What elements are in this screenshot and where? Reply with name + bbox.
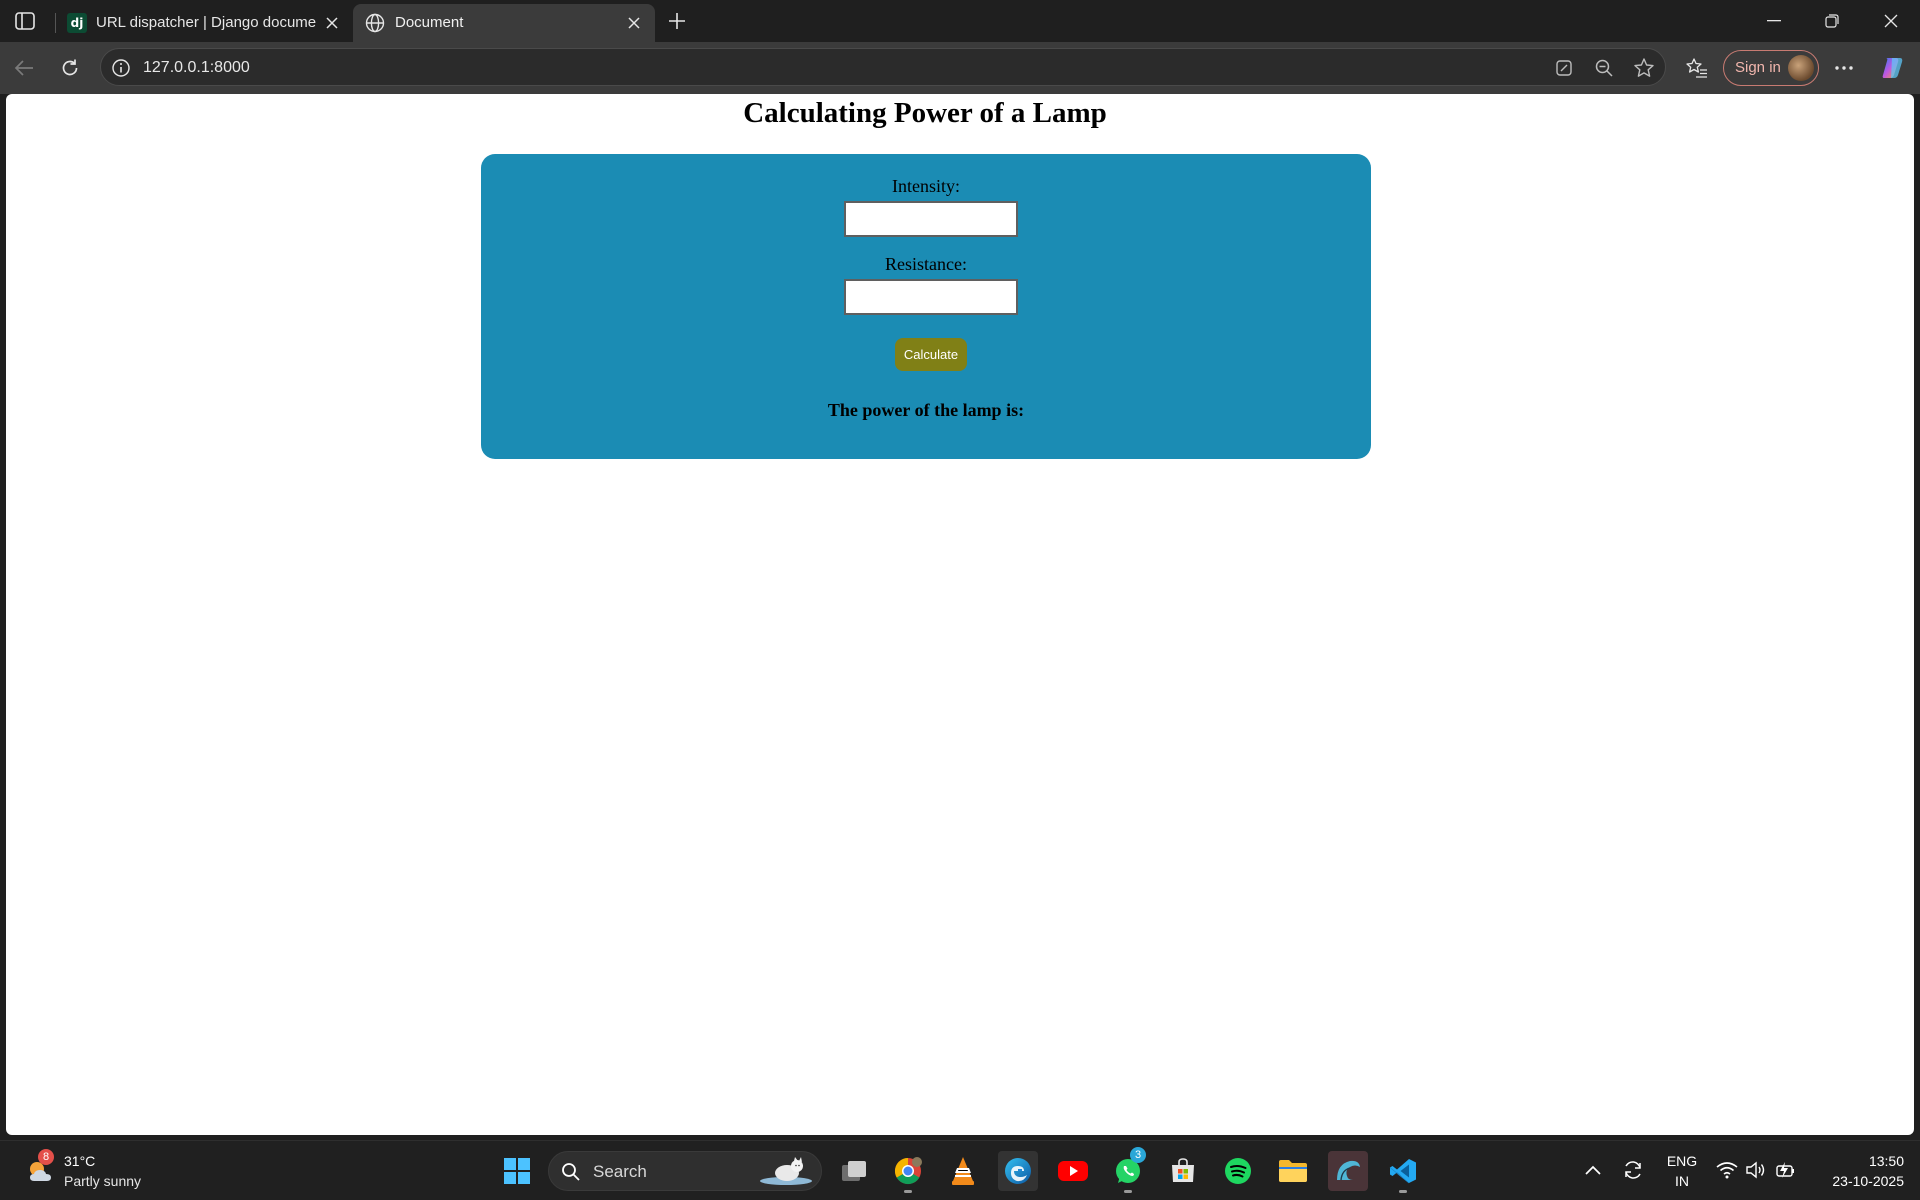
resistance-input[interactable] bbox=[844, 279, 1018, 315]
youtube-icon[interactable] bbox=[1053, 1151, 1093, 1191]
battery-charging-icon[interactable] bbox=[1774, 1159, 1796, 1181]
clock-date: 23-10-2025 bbox=[1832, 1173, 1904, 1189]
avatar bbox=[1788, 55, 1814, 81]
volume-icon[interactable] bbox=[1745, 1159, 1767, 1181]
sign-in-label: Sign in bbox=[1735, 59, 1781, 76]
tab-document[interactable]: Document bbox=[353, 4, 655, 42]
weather-alert-badge: 8 bbox=[38, 1149, 54, 1165]
active-app-wave-icon[interactable] bbox=[1328, 1151, 1368, 1191]
taskbar-search[interactable]: Search bbox=[548, 1151, 822, 1191]
calculator-card: Intensity: Resistance: Calculate The pow… bbox=[481, 154, 1371, 459]
search-icon bbox=[561, 1162, 581, 1182]
clock-time: 13:50 bbox=[1868, 1153, 1904, 1169]
sidebar-toggle-icon[interactable] bbox=[12, 9, 38, 33]
address-bar[interactable]: 127.0.0.1:8000 bbox=[100, 48, 1666, 86]
weather-widget[interactable]: 8 31°C Partly sunny bbox=[20, 1149, 180, 1193]
new-tab-plus-icon[interactable] bbox=[664, 8, 690, 34]
close-icon[interactable] bbox=[625, 14, 643, 32]
window-close-icon[interactable] bbox=[1862, 0, 1920, 42]
close-icon[interactable] bbox=[323, 14, 341, 32]
tab-django-docs[interactable]: dj URL dispatcher | Django documer bbox=[55, 4, 353, 42]
page-viewport: Calculating Power of a Lamp Intensity: R… bbox=[6, 94, 1914, 1135]
url-text[interactable]: 127.0.0.1:8000 bbox=[143, 59, 250, 77]
django-icon: dj bbox=[67, 13, 87, 33]
language-indicator[interactable]: ENG IN bbox=[1664, 1151, 1700, 1191]
wifi-icon[interactable] bbox=[1716, 1159, 1738, 1181]
favorites-list-icon[interactable] bbox=[1683, 54, 1711, 82]
calculate-button[interactable]: Calculate bbox=[895, 338, 967, 371]
browser-essentials-icon[interactable] bbox=[1553, 57, 1575, 79]
site-info-icon[interactable] bbox=[111, 58, 131, 78]
intensity-label: Intensity: bbox=[892, 176, 960, 196]
more-menu-icon[interactable] bbox=[1830, 54, 1858, 82]
whatsapp-icon[interactable]: 3 bbox=[1108, 1147, 1148, 1193]
tab-title: Document bbox=[395, 14, 464, 31]
file-explorer-icon[interactable] bbox=[1273, 1151, 1313, 1191]
task-view-icon[interactable] bbox=[834, 1151, 874, 1191]
copilot-icon[interactable] bbox=[1880, 55, 1906, 81]
whatsapp-unread-badge: 3 bbox=[1130, 1147, 1146, 1163]
page-title: Calculating Power of a Lamp bbox=[743, 97, 1107, 129]
browser-toolbar: 127.0.0.1:8000 Sign in bbox=[0, 42, 1920, 94]
restore-icon[interactable] bbox=[1803, 0, 1861, 42]
sync-icon[interactable] bbox=[1622, 1159, 1644, 1181]
tab-title: URL dispatcher | Django documer bbox=[96, 14, 316, 31]
sign-in-button[interactable]: Sign in bbox=[1723, 50, 1819, 86]
browser-tab-bar: dj URL dispatcher | Django documer Docum… bbox=[0, 0, 1920, 42]
minimize-icon[interactable] bbox=[1745, 0, 1803, 42]
weather-condition: Partly sunny bbox=[64, 1173, 142, 1189]
back-arrow-icon[interactable] bbox=[10, 54, 38, 82]
language-code: ENG bbox=[1666, 1153, 1698, 1169]
show-hidden-icons-chevron-up-icon[interactable] bbox=[1582, 1159, 1604, 1181]
edge-icon[interactable] bbox=[998, 1151, 1038, 1191]
zoom-out-icon[interactable] bbox=[1593, 57, 1615, 79]
windows-taskbar: 8 31°C Partly sunny Search 3 ENG IN 13:5… bbox=[0, 1140, 1920, 1200]
vlc-icon[interactable] bbox=[943, 1151, 983, 1191]
microsoft-store-icon[interactable] bbox=[1163, 1151, 1203, 1191]
temperature: 31°C bbox=[64, 1153, 96, 1169]
search-highlight-image bbox=[759, 1156, 813, 1186]
refresh-icon[interactable] bbox=[56, 54, 84, 82]
globe-icon bbox=[365, 13, 385, 33]
resistance-label: Resistance: bbox=[885, 254, 967, 274]
chrome-icon[interactable] bbox=[888, 1151, 928, 1193]
vscode-icon[interactable] bbox=[1383, 1151, 1423, 1193]
spotify-icon[interactable] bbox=[1218, 1151, 1258, 1191]
search-label: Search bbox=[593, 1162, 647, 1181]
system-clock[interactable]: 13:50 23-10-2025 bbox=[1812, 1151, 1904, 1191]
windows-start-icon[interactable] bbox=[497, 1151, 537, 1191]
favorite-star-icon[interactable] bbox=[1633, 57, 1655, 79]
result-text: The power of the lamp is: bbox=[827, 400, 1025, 420]
region-code: IN bbox=[1675, 1173, 1689, 1189]
intensity-input[interactable] bbox=[844, 201, 1018, 237]
